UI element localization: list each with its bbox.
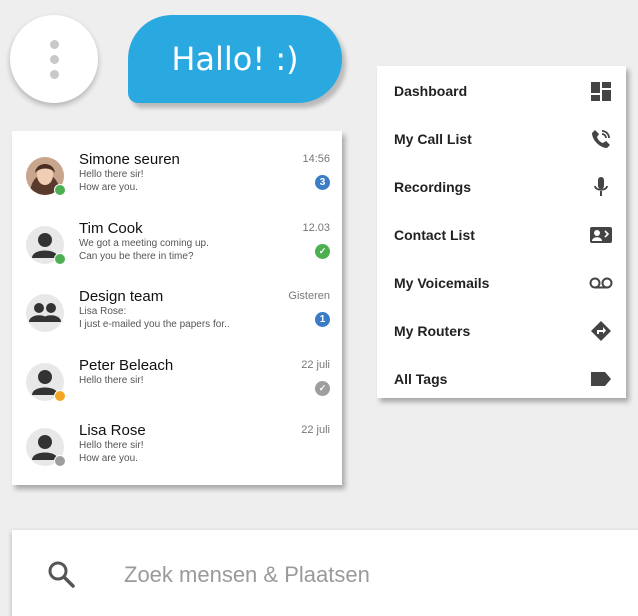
contact-card-icon xyxy=(590,227,612,243)
message-sender: Lisa Rose: xyxy=(79,306,127,317)
message-time: 12.03 xyxy=(302,222,330,234)
tag-icon xyxy=(591,372,611,386)
search-icon xyxy=(48,561,75,588)
contact-name: Peter Beleach xyxy=(79,357,174,374)
nav-item-my-voicemails[interactable]: My Voicemails xyxy=(377,262,626,302)
nav-item-my-routers[interactable]: My Routers xyxy=(377,310,626,350)
chat-item[interactable]: Peter Beleach Hello there sir! 22 juli ✓ xyxy=(12,357,342,431)
message-time: 22 juli xyxy=(301,424,330,436)
message-preview: Hello there sir! xyxy=(79,440,144,451)
unread-badge: 1 xyxy=(315,312,330,327)
nav-item-contact-list[interactable]: Contact List xyxy=(377,214,626,254)
read-check-badge: ✓ xyxy=(315,381,330,396)
nav-item-dashboard[interactable]: Dashboard xyxy=(377,70,626,110)
message-preview: Can you be there in time? xyxy=(79,251,194,262)
nav-item-label: My Voicemails xyxy=(394,275,490,291)
online-status-dot xyxy=(54,184,66,196)
chat-item[interactable]: Lisa Rose Hello there sir! How are you. … xyxy=(12,422,342,496)
offline-status-dot xyxy=(54,455,66,467)
nav-item-label: Recordings xyxy=(394,179,472,195)
avatar xyxy=(26,294,64,332)
directions-icon xyxy=(591,321,611,341)
search-input[interactable]: Zoek mensen & Plaatsen xyxy=(124,562,370,588)
away-status-dot xyxy=(54,390,66,402)
contact-name: Simone seuren xyxy=(79,151,180,168)
contact-name: Tim Cook xyxy=(79,220,143,237)
menu-dot xyxy=(49,54,59,64)
voicemail-icon xyxy=(589,277,613,289)
chat-item[interactable]: Design team Lisa Rose: I just e-mailed y… xyxy=(12,288,342,362)
chat-item[interactable]: Simone seuren Hello there sir! How are y… xyxy=(12,151,342,225)
greeting-bubble[interactable]: Hallo! :) xyxy=(128,15,342,103)
read-check-badge: ✓ xyxy=(315,244,330,259)
contact-name: Lisa Rose xyxy=(79,422,146,439)
dashboard-icon xyxy=(591,82,611,101)
nav-item-my-call-list[interactable]: My Call List xyxy=(377,118,626,158)
avatar xyxy=(26,157,66,196)
nav-item-label: My Call List xyxy=(394,131,472,147)
nav-item-label: All Tags xyxy=(394,371,448,387)
online-status-dot xyxy=(54,253,66,265)
message-time: Gisteren xyxy=(288,290,330,302)
nav-item-label: Contact List xyxy=(394,227,475,243)
chat-list: Simone seuren Hello there sir! How are y… xyxy=(12,131,342,485)
chat-item[interactable]: Tim Cook We got a meeting coming up. Can… xyxy=(12,220,342,294)
unread-badge: 3 xyxy=(315,175,330,190)
greeting-text: Hallo! :) xyxy=(171,40,299,78)
message-preview: How are you. xyxy=(79,182,138,193)
nav-item-recordings[interactable]: Recordings xyxy=(377,166,626,206)
search-bar[interactable]: Zoek mensen & Plaatsen xyxy=(12,530,638,616)
avatar xyxy=(26,428,66,467)
avatar xyxy=(26,363,66,402)
message-preview: I just e-mailed you the papers for.. xyxy=(79,319,230,330)
microphone-icon xyxy=(594,177,608,196)
phone-call-icon xyxy=(592,130,610,148)
message-time: 14:56 xyxy=(302,153,330,165)
avatar xyxy=(26,226,66,265)
contact-name: Design team xyxy=(79,288,164,305)
menu-dot xyxy=(49,39,59,49)
nav-item-all-tags[interactable]: All Tags xyxy=(377,358,626,398)
group-icon xyxy=(29,303,61,322)
menu-button[interactable] xyxy=(10,15,98,103)
message-preview: We got a meeting coming up. xyxy=(79,238,209,249)
message-preview: How are you. xyxy=(79,453,138,464)
menu-dot xyxy=(49,69,59,79)
message-preview: Hello there sir! xyxy=(79,375,144,386)
message-preview: Hello there sir! xyxy=(79,169,144,180)
nav-item-label: Dashboard xyxy=(394,83,468,99)
message-time: 22 juli xyxy=(301,359,330,371)
navigation-menu: Dashboard My Call List Recordings Contac… xyxy=(377,66,626,398)
nav-item-label: My Routers xyxy=(394,323,471,339)
